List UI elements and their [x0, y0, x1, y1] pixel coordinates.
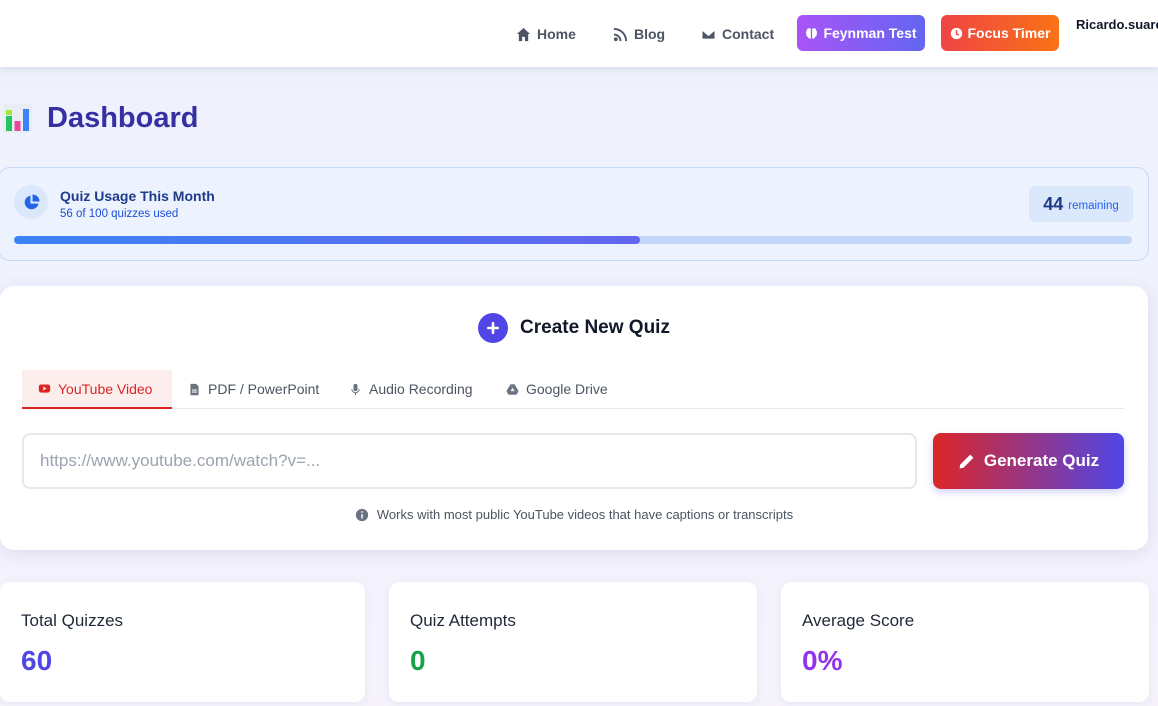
microphone-icon [351, 383, 360, 395]
stat-value: 0 [410, 645, 426, 676]
page-title-text: Dashboard [47, 101, 199, 134]
home-icon [516, 27, 531, 41]
nav-home-label: Home [537, 26, 576, 42]
tab-pdf-label: PDF / PowerPoint [208, 381, 320, 397]
tab-youtube-video[interactable]: YouTube Video [22, 370, 172, 409]
stat-label: Total Quizzes [21, 611, 124, 630]
plus-circle-icon [478, 313, 509, 343]
user-menu[interactable]: Ricardo.suare [1076, 17, 1158, 32]
bar-chart-emoji-icon [3, 103, 32, 133]
create-quiz-card: Create New Quiz YouTube Video PDF / Powe… [0, 286, 1148, 550]
google-drive-icon [506, 383, 519, 395]
stat-value: 60 [21, 645, 53, 676]
page-title: Dashboard [2, 100, 198, 136]
usage-title: Quiz Usage This Month [60, 188, 215, 204]
pencil-icon [959, 454, 974, 468]
usage-subtitle: 56 of 100 quizzes used [60, 208, 179, 220]
stat-label: Average Score [802, 611, 915, 630]
nav-contact-link[interactable]: Contact [701, 24, 774, 44]
nav-home-link[interactable]: Home [516, 24, 576, 44]
remaining-badge: 44 remaining [1029, 186, 1133, 222]
nav-contact-label: Contact [722, 26, 775, 42]
create-quiz-header: Create New Quiz [0, 313, 1148, 343]
remaining-label: remaining [1068, 200, 1119, 212]
usage-icon-wrap [14, 185, 48, 219]
generate-quiz-button[interactable]: Generate Quiz [933, 433, 1124, 489]
stat-card-average-score: Average Score 0% [781, 582, 1149, 702]
youtube-url-input[interactable] [22, 433, 917, 489]
clock-icon [950, 27, 962, 39]
tab-drive-label: Google Drive [526, 381, 608, 397]
feynman-test-button[interactable]: Feynman Test [797, 15, 925, 51]
youtube-hint: Works with most public YouTube videos th… [0, 507, 1148, 522]
info-circle-icon [355, 508, 369, 521]
focus-timer-button[interactable]: Focus Timer [941, 15, 1059, 51]
quiz-usage-panel: Quiz Usage This Month 56 of 100 quizzes … [0, 167, 1149, 261]
remaining-count: 44 [1043, 193, 1064, 214]
focus-timer-label: Focus Timer [967, 25, 1051, 41]
stat-label: Quiz Attempts [410, 611, 516, 630]
youtube-hint-text: Works with most public YouTube videos th… [376, 507, 794, 522]
feynman-test-label: Feynman Test [823, 25, 917, 41]
usage-progress-bar [14, 236, 1132, 244]
tab-pdf-powerpoint[interactable]: PDF / PowerPoint [172, 370, 335, 408]
usage-progress-fill [14, 236, 641, 244]
create-quiz-title: Create New Quiz [520, 317, 670, 338]
tab-audio-recording[interactable]: Audio Recording [333, 370, 489, 408]
nav-blog-link[interactable]: Blog [613, 24, 665, 44]
brain-icon [806, 27, 818, 39]
file-pdf-icon [190, 383, 199, 395]
tab-audio-label: Audio Recording [369, 381, 473, 397]
stat-card-total-quizzes: Total Quizzes 60 [0, 582, 365, 702]
youtube-icon [38, 384, 51, 393]
tab-google-drive[interactable]: Google Drive [490, 370, 624, 408]
rss-icon [613, 27, 628, 41]
top-navbar: Home Blog Contact Feynman Test Focus Tim… [0, 0, 1158, 67]
envelope-icon [701, 28, 716, 40]
stat-card-quiz-attempts: Quiz Attempts 0 [389, 582, 757, 702]
tab-youtube-label: YouTube Video [58, 380, 153, 397]
pie-chart-icon [24, 194, 39, 209]
nav-blog-label: Blog [634, 26, 666, 42]
stat-value: 0% [802, 645, 843, 676]
source-tabs: YouTube Video PDF / PowerPoint Audio Rec… [22, 370, 1124, 409]
plus-icon [487, 322, 500, 334]
generate-quiz-label: Generate Quiz [983, 451, 1100, 470]
